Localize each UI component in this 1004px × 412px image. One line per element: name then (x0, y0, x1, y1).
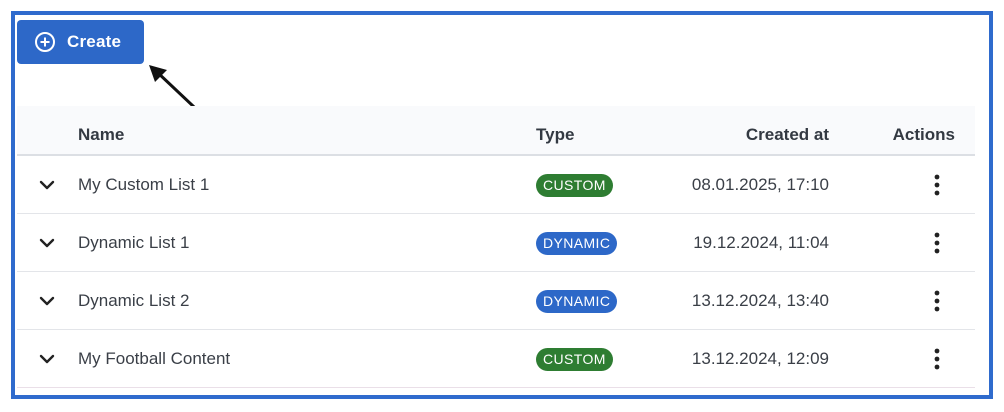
more-vert-icon[interactable] (933, 348, 941, 370)
table-row[interactable]: My Football Content CUSTOM 13.12.2024, 1… (17, 330, 975, 388)
row-created-at: 19.12.2024, 11:04 (693, 233, 829, 252)
type-badge: CUSTOM (536, 348, 613, 371)
row-name: My Custom List 1 (78, 175, 210, 194)
row-created-at: 08.01.2025, 17:10 (691, 175, 829, 194)
column-header-created-at[interactable]: Created at (746, 106, 829, 156)
more-vert-icon[interactable] (933, 232, 941, 254)
table-row[interactable]: Dynamic List 2 DYNAMIC 13.12.2024, 13:40 (17, 272, 975, 330)
type-badge: DYNAMIC (536, 232, 618, 255)
lists-table: Name Type Created at Actions My Custom L… (17, 106, 975, 388)
column-header-type[interactable]: Type (536, 106, 574, 156)
more-vert-icon[interactable] (933, 290, 941, 312)
row-name: Dynamic List 1 (78, 233, 190, 252)
type-badge: DYNAMIC (536, 290, 618, 313)
table-row[interactable]: My Custom List 1 CUSTOM 08.01.2025, 17:1… (17, 156, 975, 214)
highlight-frame: Create Name Type Created at Actions My C… (11, 11, 993, 399)
chevron-down-icon[interactable] (39, 235, 55, 251)
more-vert-icon[interactable] (933, 174, 941, 196)
create-button[interactable]: Create (17, 20, 144, 64)
row-name: Dynamic List 2 (78, 291, 190, 310)
row-created-at: 13.12.2024, 13:40 (691, 291, 829, 310)
row-created-at: 13.12.2024, 12:09 (691, 349, 829, 368)
create-button-label: Create (67, 32, 122, 51)
chevron-down-icon[interactable] (39, 177, 55, 193)
table-header: Name Type Created at Actions (17, 106, 975, 156)
table-row[interactable]: Dynamic List 1 DYNAMIC 19.12.2024, 11:04 (17, 214, 975, 272)
chevron-down-icon[interactable] (39, 351, 55, 367)
chevron-down-icon[interactable] (39, 293, 55, 309)
type-badge: CUSTOM (536, 174, 613, 197)
plus-circle-icon (35, 32, 55, 52)
column-header-name[interactable]: Name (78, 106, 124, 156)
column-header-actions: Actions (892, 125, 955, 144)
row-name: My Football Content (78, 349, 231, 368)
